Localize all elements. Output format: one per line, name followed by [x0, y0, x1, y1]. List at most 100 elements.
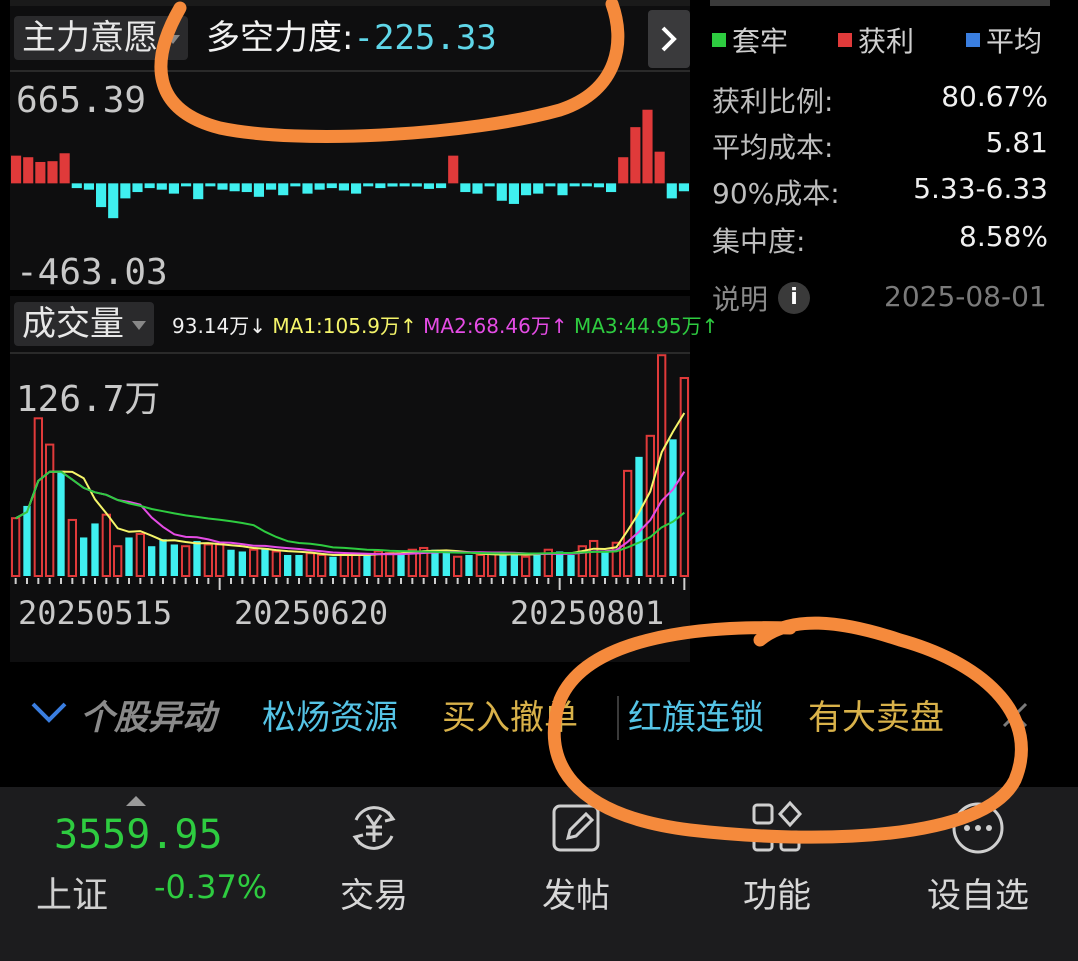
volume-bar [657, 354, 667, 578]
caret-up-icon [126, 796, 146, 806]
indicator-bar [545, 183, 556, 187]
ma1-value: MA1:105.9万↑ [272, 314, 417, 338]
indicator-bar [23, 157, 34, 184]
indicator-bar [278, 183, 289, 196]
stat-label: 平均成本: [712, 131, 834, 164]
indicator-bar [569, 183, 580, 187]
volume-bar [465, 554, 473, 576]
indicator-bar [229, 183, 240, 192]
volume-bar [238, 551, 246, 576]
volume-bar [203, 543, 214, 578]
volume-bar [487, 552, 497, 578]
expand-button[interactable] [648, 10, 690, 68]
date-axis: 20250515 20250620 20250801 [10, 594, 690, 644]
indicator-bar [241, 183, 252, 193]
indicator-bar [193, 183, 204, 200]
volume-bar [329, 556, 337, 576]
nav-trade[interactable]: 交易 [284, 800, 464, 917]
indicator-bar [436, 183, 447, 189]
index-widget[interactable]: 3559.95 上证 -0.37% [30, 796, 280, 926]
indicator-bar [266, 183, 277, 190]
indicator-bar [253, 183, 264, 197]
ticker-stock-2[interactable]: 红旗连锁 [628, 690, 764, 739]
note-label: 说明 [712, 283, 769, 316]
info-icon: i [778, 282, 811, 314]
volume-bar [385, 552, 395, 578]
indicator-bar [521, 183, 532, 196]
indicator-bar [71, 183, 82, 189]
more-dots-icon [952, 802, 1004, 854]
indicator-bar [593, 183, 604, 188]
indicator-bar [387, 183, 398, 187]
duokong-label: 多空力度: [206, 18, 354, 58]
stat-concentration: 集中度: 8.58% [712, 220, 1048, 260]
ticker-collapse-button[interactable] [30, 700, 68, 728]
indicator-selector[interactable]: 主力意愿 [14, 16, 188, 60]
post-edit-icon [552, 804, 600, 852]
volume-bar [295, 554, 303, 576]
indicator-bar [399, 183, 410, 187]
indicator-bar [326, 183, 337, 189]
volume-bar [159, 539, 167, 576]
ma-readout: 93.14万↓ MA1:105.9万↑ MA2:68.46万↑ MA3:44.9… [172, 310, 718, 339]
nav-add-watchlist[interactable]: 设自选 [888, 800, 1068, 917]
date-label: 20250620 [234, 594, 389, 632]
volume-selector[interactable]: 成交量 [14, 302, 154, 346]
indicator-bar [290, 183, 301, 187]
stat-profit-ratio: 获利比例: 80.67% [712, 80, 1048, 120]
ticker-close-button[interactable] [1000, 700, 1030, 734]
volume-bar [397, 553, 405, 576]
volume-bar [125, 537, 133, 576]
indicator-bar [642, 109, 653, 184]
volume-bar [499, 553, 507, 576]
volume-bar [80, 537, 88, 576]
volume-bar [101, 513, 111, 577]
indicator-bar [83, 183, 94, 190]
legend-average: 平均 [966, 20, 1042, 60]
volume-bar [556, 551, 564, 576]
volume-bar [227, 549, 235, 576]
indicator-bar [581, 183, 592, 187]
legend-swatch-blue [966, 33, 980, 47]
chevron-down-icon [132, 321, 146, 330]
volume-bar [249, 548, 259, 577]
indicator-bar [35, 161, 46, 184]
volume-bar [113, 545, 123, 578]
volume-bar [57, 470, 65, 576]
nav-post[interactable]: 发帖 [486, 800, 666, 917]
indicator-bar [678, 183, 689, 192]
stat-90-cost: 90%成本: 5.33-6.33 [712, 172, 1048, 212]
stat-value: 5.33-6.33 [913, 172, 1048, 205]
index-value: 3559.95 [54, 812, 223, 858]
indicator-bar [423, 183, 434, 189]
stat-value: 8.58% [959, 220, 1048, 253]
volume-bar [589, 539, 599, 577]
index-change: -0.37% [154, 868, 268, 906]
volume-bar [510, 554, 518, 576]
note-button[interactable]: 说明 i [712, 278, 811, 318]
indicator-bar [606, 183, 617, 193]
stat-label: 获利比例: [712, 85, 834, 118]
indicator-bar [11, 155, 22, 184]
indicator-bar [557, 183, 568, 196]
indicator-bar [484, 183, 495, 187]
indicator-bar [411, 183, 422, 187]
volume-bar [601, 551, 609, 576]
ma3-value: MA3:44.95万↑ [573, 314, 719, 338]
indicator-bar [144, 183, 155, 189]
indicator-bar [168, 183, 179, 194]
indicator-bar [96, 183, 107, 208]
nav-function[interactable]: 功能 [687, 800, 867, 917]
volume-bar [442, 551, 450, 576]
indicator-bar [181, 183, 192, 187]
chevron-down-icon [31, 702, 67, 723]
ticker-divider [617, 696, 619, 740]
volume-bar [215, 543, 225, 578]
indicator-bar [508, 183, 519, 204]
ticker-title: 个股异动 [80, 698, 216, 738]
indicator-bar [205, 183, 216, 187]
indicator-bar [363, 183, 374, 187]
ticker-stock-1[interactable]: 松炀资源 [262, 690, 398, 739]
indicator-bar [120, 183, 131, 199]
nav-post-label: 发帖 [542, 876, 610, 916]
